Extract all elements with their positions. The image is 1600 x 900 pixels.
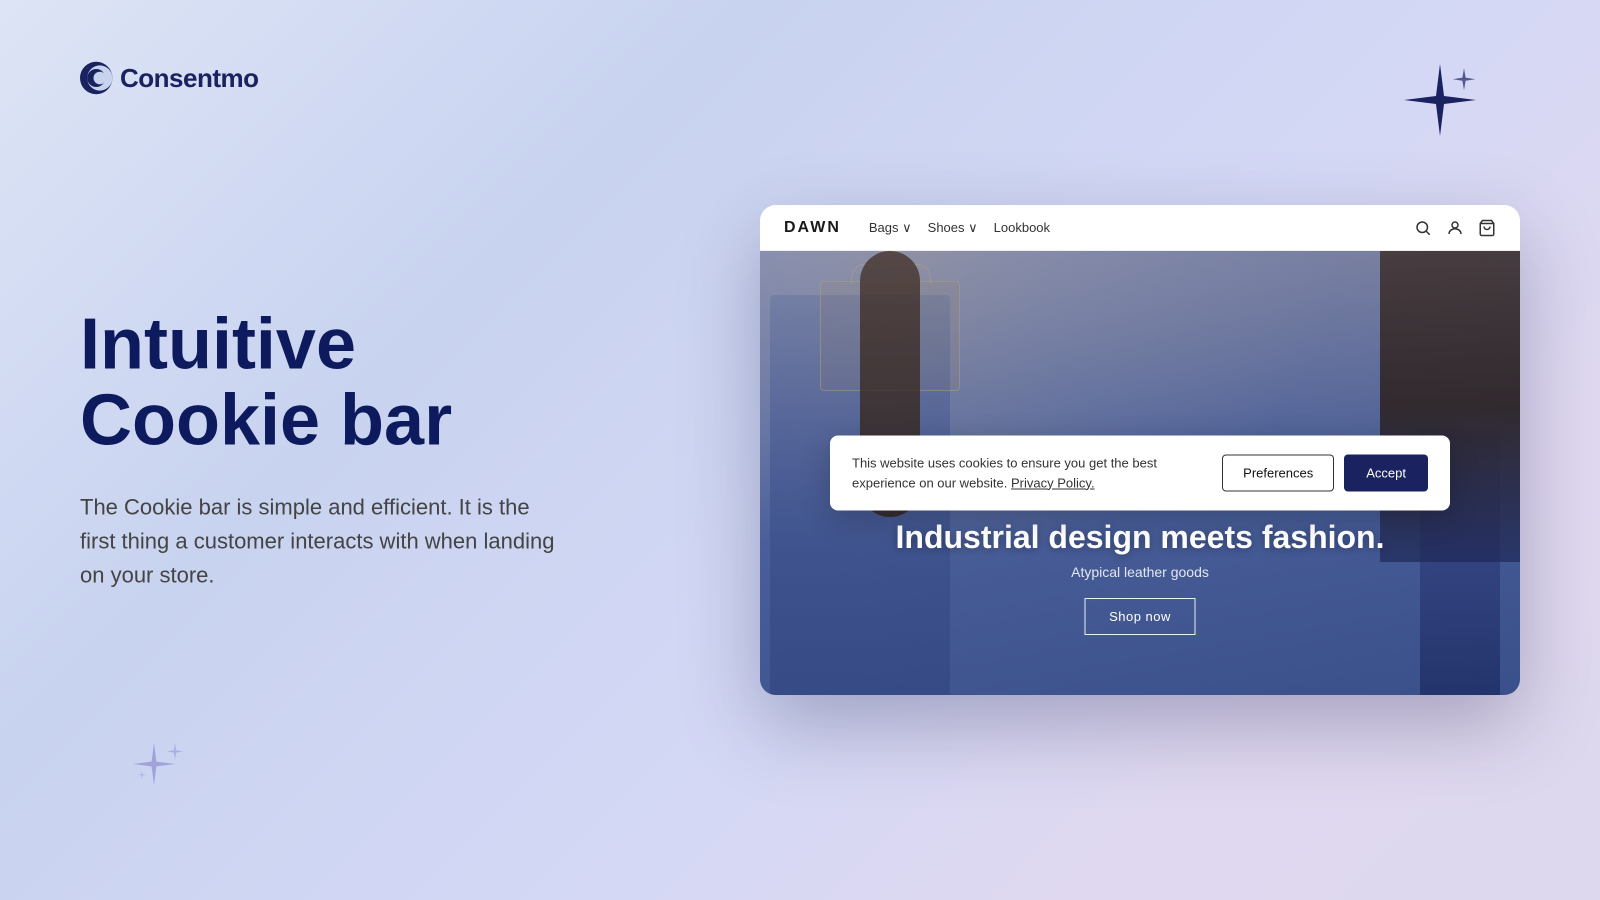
search-icon[interactable] — [1414, 219, 1432, 237]
nav-links: Bags ∨ Shoes ∨ Lookbook — [869, 220, 1394, 236]
headline: Intuitive Cookie bar — [80, 307, 600, 458]
nav-link-shoes[interactable]: Shoes ∨ — [928, 220, 978, 236]
hero-headline: Industrial design meets fashion. — [896, 519, 1385, 556]
logo-prefix: C — [120, 63, 138, 93]
cart-icon[interactable] — [1478, 219, 1496, 237]
sparkle-top-right-icon — [1400, 60, 1480, 140]
description: The Cookie bar is simple and efficient. … — [80, 490, 570, 592]
accept-button[interactable]: Accept — [1344, 455, 1428, 492]
logo: Consentmo — [80, 60, 259, 96]
cookie-bar: This website uses cookies to ensure you … — [830, 436, 1450, 511]
headline-line2: Cookie bar — [80, 380, 452, 460]
cookie-message: This website uses cookies to ensure you … — [852, 454, 1202, 493]
left-panel: Intuitive Cookie bar The Cookie bar is s… — [80, 307, 600, 592]
nav-brand: DAWN — [784, 219, 841, 237]
cookie-buttons: Preferences Accept — [1222, 455, 1428, 492]
nav-link-bags[interactable]: Bags ∨ — [869, 220, 912, 236]
preferences-button[interactable]: Preferences — [1222, 455, 1334, 492]
nav-link-lookbook[interactable]: Lookbook — [994, 220, 1050, 235]
browser-nav: DAWN Bags ∨ Shoes ∨ Lookbook — [760, 205, 1520, 251]
hero-subtext: Atypical leather goods — [896, 564, 1385, 580]
hero-area: Industrial design meets fashion. Atypica… — [760, 251, 1520, 695]
shop-now-button[interactable]: Shop now — [1084, 598, 1196, 635]
logo-text: Consentmo — [120, 63, 259, 94]
logo-icon — [80, 60, 116, 96]
nav-icons — [1414, 219, 1496, 237]
account-icon[interactable] — [1446, 219, 1464, 237]
headline-line1: Intuitive — [80, 304, 356, 384]
sparkle-bottom-left-icon — [130, 740, 190, 800]
browser-mockup: DAWN Bags ∨ Shoes ∨ Lookbook — [760, 205, 1520, 695]
hero-text: Industrial design meets fashion. Atypica… — [896, 519, 1385, 635]
privacy-policy-link-label[interactable]: Privacy Policy. — [1011, 475, 1095, 490]
